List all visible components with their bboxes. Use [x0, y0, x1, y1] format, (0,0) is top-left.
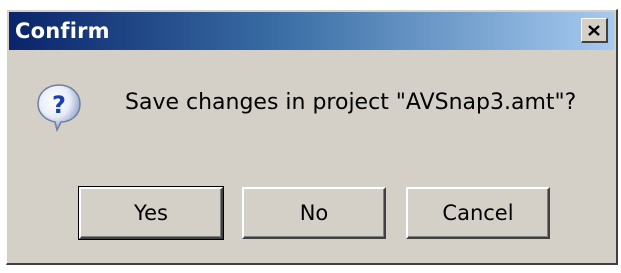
svg-text:?: ? [52, 91, 66, 119]
close-button[interactable] [581, 18, 608, 43]
confirm-message: Save changes in project "AVSnap3.amt"? [125, 90, 577, 115]
close-icon [588, 24, 600, 36]
yes-button[interactable]: Yes [78, 186, 224, 240]
question-icon: ? [37, 84, 81, 133]
no-button-label: No [299, 201, 329, 225]
yes-button-label: Yes [134, 201, 168, 225]
no-button[interactable]: No [242, 187, 386, 239]
confirm-dialog: Confirm ? Save changes in project "AVSna… [6, 9, 618, 265]
cancel-button-label: Cancel [442, 201, 514, 225]
dialog-title: Confirm [15, 19, 110, 43]
title-bar[interactable]: Confirm [9, 12, 614, 50]
cancel-button[interactable]: Cancel [406, 187, 550, 239]
